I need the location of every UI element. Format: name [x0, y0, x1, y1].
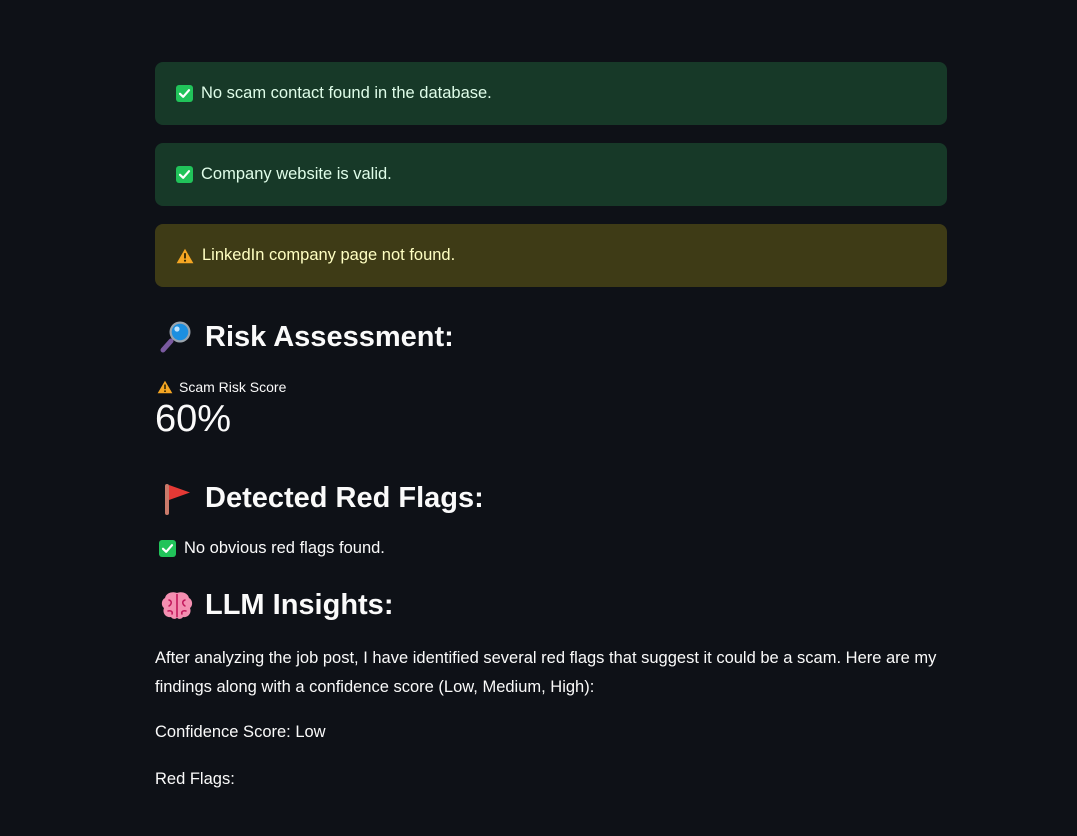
alert-text: LinkedIn company page not found. [202, 246, 456, 264]
red-flags-heading: Detected Red Flags: [155, 481, 947, 517]
metric-label-text: Scam Risk Score [179, 379, 287, 395]
warning-icon [176, 248, 194, 264]
brain-icon [159, 588, 195, 624]
alert-no-scam-contact: No scam contact found in the database. [155, 62, 947, 125]
heading-text: Risk Assessment: [205, 320, 454, 353]
alert-linkedin-not-found: LinkedIn company page not found. [155, 224, 947, 287]
llm-insights-heading: LLM Insights: [155, 588, 947, 624]
risk-assessment-heading: Risk Assessment: [155, 319, 947, 355]
check-box-icon [176, 166, 193, 183]
scam-risk-value: 60% [155, 398, 232, 440]
alert-website-valid: Company website is valid. [155, 143, 947, 206]
no-flags-text: No obvious red flags found. [184, 538, 385, 557]
llm-confidence-score: Confidence Score: Low [155, 722, 326, 741]
no-red-flags-message: No obvious red flags found. [155, 539, 947, 558]
llm-intro-paragraph: After analyzing the job post, I have ide… [155, 648, 937, 696]
alert-text: Company website is valid. [201, 165, 392, 183]
warning-icon [157, 380, 173, 394]
magnifying-glass-icon [159, 319, 195, 355]
red-flag-icon [159, 481, 195, 517]
main-content: No scam contact found in the database. C… [155, 62, 947, 794]
heading-text: Detected Red Flags: [205, 482, 484, 515]
scam-risk-label: Scam Risk Score [155, 379, 947, 395]
llm-red-flags-label: Red Flags: [155, 769, 235, 788]
check-box-icon [159, 539, 176, 557]
heading-text: LLM Insights: [205, 589, 394, 622]
check-box-icon [176, 85, 193, 102]
alert-text: No scam contact found in the database. [201, 84, 492, 102]
